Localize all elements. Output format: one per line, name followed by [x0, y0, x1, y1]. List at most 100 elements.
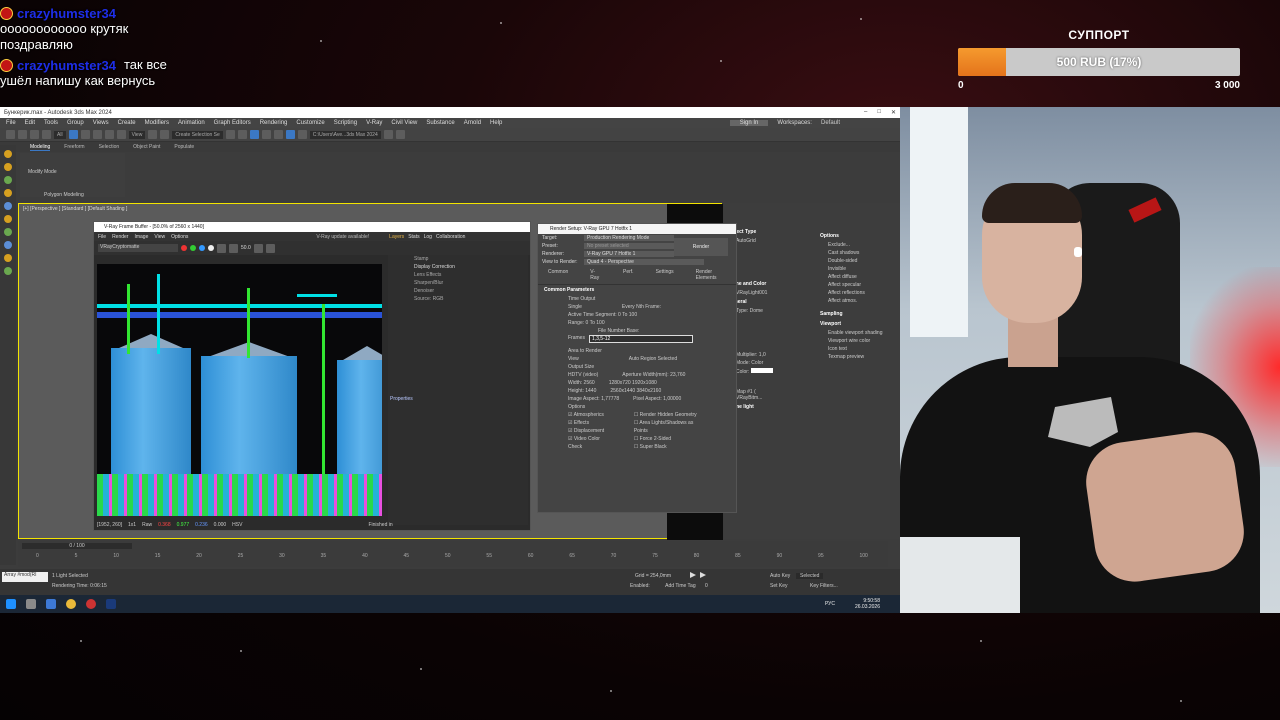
- ribbon-tab-modeling[interactable]: Modeling: [30, 144, 51, 151]
- light-option-checkbox[interactable]: Affect reflections: [816, 289, 900, 297]
- size-preset-dropdown[interactable]: HDTV (video): [568, 372, 598, 378]
- vfb-layer-item[interactable]: Display Correction: [388, 263, 528, 271]
- vray-update-notice[interactable]: V-Ray update available!: [316, 234, 369, 240]
- mirror-icon[interactable]: [225, 130, 235, 139]
- option-checkbox[interactable]: ☑ Video Color Check: [568, 435, 614, 451]
- option-checkbox[interactable]: ☐ Area Lights/Shadows as Points: [634, 419, 706, 435]
- light-option-checkbox[interactable]: Affect atmos.: [816, 297, 900, 305]
- option-checkbox[interactable]: ☐ Force 2-Sided: [634, 435, 706, 443]
- angle-snap-icon[interactable]: [160, 130, 170, 139]
- active-segment-radio[interactable]: Active Time Segment: 0 To 100: [568, 311, 706, 319]
- menu-tools[interactable]: Tools: [44, 120, 58, 126]
- option-checkbox[interactable]: ☑ Effects: [568, 419, 614, 427]
- language-indicator[interactable]: РУС: [825, 601, 835, 607]
- vfb-menu-file[interactable]: File: [98, 234, 106, 240]
- region-render-icon[interactable]: [229, 243, 238, 253]
- render-image[interactable]: [97, 264, 382, 516]
- stop-render-icon[interactable]: [265, 243, 275, 253]
- light-icon[interactable]: [4, 215, 12, 223]
- ribbon-tab-populate[interactable]: Populate: [174, 144, 194, 150]
- selection-filter-dropdown[interactable]: All: [54, 130, 66, 139]
- single-radio[interactable]: Single: [568, 304, 582, 310]
- green-channel-icon[interactable]: [190, 245, 196, 251]
- light-icon[interactable]: [4, 150, 12, 158]
- light-option-checkbox[interactable]: Affect diffuse: [816, 273, 900, 281]
- sign-in-button[interactable]: Sign In: [729, 120, 769, 126]
- frames-input[interactable]: 1,3,5-12: [588, 335, 693, 343]
- vfb-tab-layers[interactable]: Layers: [389, 234, 404, 240]
- vfb-layer-item[interactable]: Sharpen/Blur: [388, 279, 528, 287]
- mode-dropdown[interactable]: Color: [751, 360, 763, 366]
- start-icon[interactable]: [6, 599, 16, 609]
- project-path-field[interactable]: C:\Users\Ave...3ds Max 2024: [309, 130, 381, 139]
- current-frame[interactable]: 0: [705, 583, 708, 589]
- workspaces-dropdown[interactable]: Default: [821, 120, 840, 126]
- render-frame-icon[interactable]: [297, 130, 307, 139]
- helper-icon[interactable]: [4, 176, 12, 184]
- camera-icon[interactable]: [4, 202, 12, 210]
- option-checkbox[interactable]: ☑ Displacement: [568, 427, 614, 435]
- color-space[interactable]: HSV: [232, 522, 242, 528]
- play-icon[interactable]: [690, 572, 696, 578]
- render-button[interactable]: Render: [674, 238, 728, 256]
- modify-mode-label[interactable]: Modify Mode: [28, 169, 57, 175]
- raw-mode[interactable]: Raw: [142, 522, 152, 528]
- alpha-channel-icon[interactable]: [208, 245, 214, 251]
- set-key-button[interactable]: Set Key: [770, 583, 788, 589]
- common-parameters-header[interactable]: Common Parameters: [538, 285, 736, 295]
- camera-icon[interactable]: [4, 241, 12, 249]
- menu-customize[interactable]: Customize: [296, 120, 324, 126]
- chat-username[interactable]: crazyhumster34: [17, 6, 116, 21]
- vfb-tab-stats[interactable]: Stats: [408, 234, 419, 240]
- channel-dropdown[interactable]: VRayCryptomatte: [98, 244, 178, 252]
- rs-tab-render-elements[interactable]: Render Elements: [696, 269, 726, 281]
- light-option-checkbox[interactable]: Cast shadows: [816, 249, 900, 257]
- vfb-menu-image[interactable]: Image: [134, 234, 148, 240]
- vfb-menu-options[interactable]: Options: [171, 234, 188, 240]
- vfb-menu-render[interactable]: Render: [112, 234, 128, 240]
- light-option-checkbox[interactable]: Invisible: [816, 265, 900, 273]
- rs-tab-perf-[interactable]: Perf.: [623, 269, 634, 281]
- range-radio[interactable]: Range: 0 To 100: [568, 319, 706, 327]
- menu-substance[interactable]: Substance: [426, 120, 454, 126]
- vfb-tab-log[interactable]: Log: [424, 234, 432, 240]
- viewport-option-checkbox[interactable]: Texmap preview: [816, 353, 900, 361]
- selection-set-dropdown[interactable]: Create Selection Se: [172, 130, 223, 139]
- menu-arnold[interactable]: Arnold: [464, 120, 481, 126]
- pixel-scale[interactable]: 1x1: [128, 522, 136, 528]
- menu-v-ray[interactable]: V-Ray: [366, 120, 382, 126]
- menu-group[interactable]: Group: [67, 120, 84, 126]
- help-icon[interactable]: [395, 130, 405, 139]
- image-aspect[interactable]: Image Aspect: 1,77778: [568, 396, 619, 402]
- vfb-tab-collaboration[interactable]: Collaboration: [436, 234, 465, 240]
- frames-radio[interactable]: Frames: [568, 335, 585, 343]
- vfb-layer-item[interactable]: Denoiser: [388, 287, 528, 295]
- vfb-layer-item[interactable]: Lens Effects: [388, 271, 528, 279]
- time-slider[interactable]: 0 / 100: [22, 543, 132, 549]
- vfb-layer-item[interactable]: Source: RGB: [388, 295, 528, 303]
- helper-icon[interactable]: [4, 228, 12, 236]
- menu-civil-view[interactable]: Civil View: [391, 120, 417, 126]
- vfb-menu-view[interactable]: View: [154, 234, 165, 240]
- minimize-icon[interactable]: –: [864, 109, 867, 116]
- helper-icon[interactable]: [4, 267, 12, 275]
- preset-dropdown[interactable]: No preset selected: [584, 243, 674, 249]
- viewport-option-checkbox[interactable]: Icon text: [816, 345, 900, 353]
- align-icon[interactable]: [237, 130, 247, 139]
- add-time-tag[interactable]: Add Time Tag: [665, 583, 695, 589]
- key-mode-dropdown[interactable]: Selected: [796, 573, 824, 579]
- save-image-icon[interactable]: [217, 243, 226, 253]
- unlink-icon[interactable]: [42, 130, 51, 139]
- zoom-value[interactable]: 50.0: [241, 245, 251, 251]
- view-to-render-dropdown[interactable]: Quad 4 - Perspective: [584, 259, 704, 265]
- options-header[interactable]: Options: [816, 231, 900, 241]
- resolution-presets-a[interactable]: 1280x720 1920x1080: [609, 380, 657, 386]
- multiplier-field[interactable]: 1,0: [759, 352, 766, 358]
- render-teapot-icon[interactable]: [253, 243, 263, 253]
- auto-key-button[interactable]: Auto Key: [770, 573, 790, 579]
- viewport-header[interactable]: Viewport: [816, 319, 900, 329]
- red-channel-icon[interactable]: [181, 245, 187, 251]
- renderer-dropdown[interactable]: V-Ray GPU 7 Hotfix 1: [584, 251, 674, 257]
- width-field[interactable]: Width: 2560: [568, 380, 595, 386]
- polygon-modeling-label[interactable]: Polygon Modeling: [44, 192, 84, 198]
